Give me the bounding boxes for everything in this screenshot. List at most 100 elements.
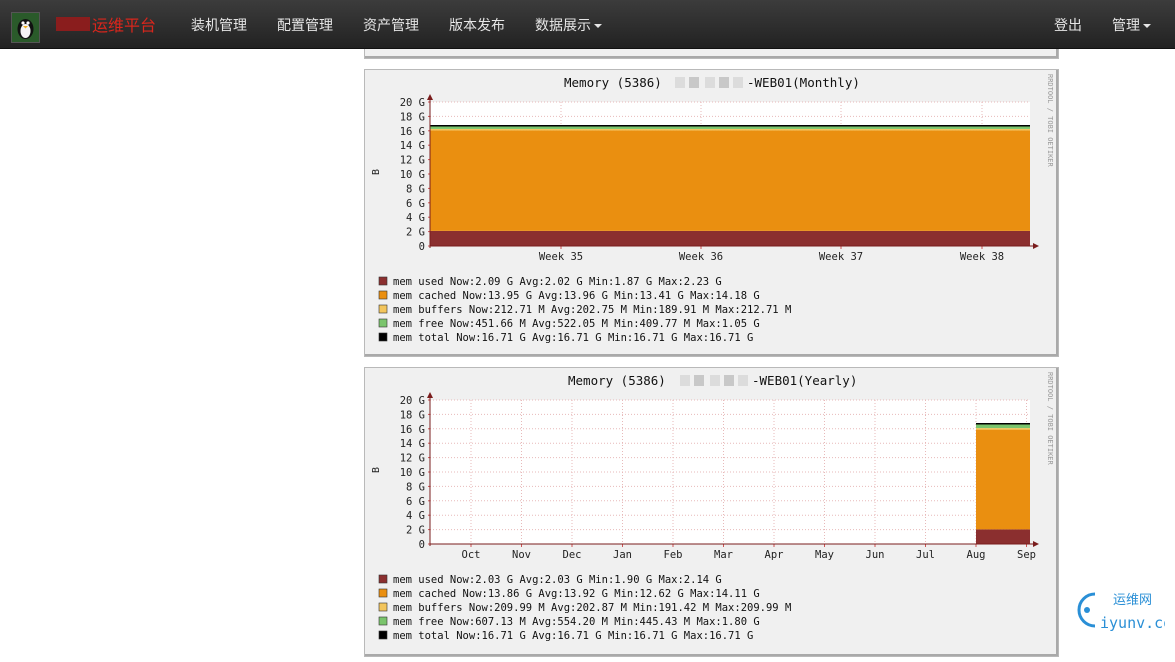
chevron-down-icon	[594, 24, 602, 28]
legend-swatch	[378, 602, 388, 612]
legend-entry: mem free Now:451.66 M Avg:522.05 M Min:4…	[393, 318, 760, 330]
legend-entry: mem cached Now:13.95 G Avg:13.96 G Min:1…	[393, 290, 760, 302]
y-tick-label: 2 G	[406, 227, 425, 239]
legend-name: mem cached	[393, 588, 456, 600]
graph-title-suffix: -WEB01(Yearly)	[752, 373, 857, 388]
x-tick-label: Apr	[765, 549, 784, 561]
y-tick-label: 14 G	[400, 140, 425, 152]
redaction-block	[724, 375, 734, 386]
legend-swatch	[378, 318, 388, 328]
y-tick-label: 0	[419, 241, 425, 253]
graph-title-prefix: Memory (5386)	[564, 75, 662, 90]
x-tick-label: Sep	[1017, 549, 1036, 561]
legend-entry: mem total Now:16.71 G Avg:16.71 G Min:16…	[393, 630, 753, 642]
graph-title-suffix: -WEB01(Monthly)	[747, 75, 860, 90]
y-tick-label: 2 G	[406, 525, 425, 537]
legend-entry: mem free Now:607.13 M Avg:554.20 M Min:4…	[393, 616, 760, 628]
memory-monthly-graph: Memory (5386) -WEB01(Monthly) B RRDTOOL / …	[371, 74, 1054, 344]
memory-yearly-graph: Memory (5386) -WEB01(Yearly) B RRDTOOL / T…	[371, 372, 1054, 642]
legend-stats: Now:13.95 G Avg:13.96 G Min:13.41 G Max:…	[463, 290, 760, 302]
x-tick-label: Week 35	[539, 251, 583, 263]
nav-item-release[interactable]: 版本发布	[449, 15, 505, 35]
x-tick-label: May	[815, 549, 834, 561]
legend-stats: Now:13.86 G Avg:13.92 G Min:12.62 G Max:…	[463, 588, 760, 600]
legend-stats: Now:2.09 G Avg:2.02 G Min:1.87 G Max:2.2…	[450, 276, 722, 288]
y-tick-label: 18 G	[400, 111, 425, 123]
redaction-block	[680, 375, 690, 386]
legend-stats: Now:607.13 M Avg:554.20 M Min:445.43 M M…	[450, 616, 760, 628]
legend-swatch	[378, 630, 388, 640]
y-tick-label: 10 G	[400, 169, 425, 181]
rrdtool-credit: RRDTOOL / TOBI OETIKER	[1046, 74, 1054, 168]
x-tick-label: Week 37	[819, 251, 863, 263]
graph-title: Memory (5386)	[568, 373, 666, 388]
y-tick-label: 8 G	[406, 183, 425, 195]
rrdtool-credit: RRDTOOL / TOBI OETIKER	[1046, 372, 1054, 466]
legend-swatch	[378, 588, 388, 598]
area-mem-buffers	[976, 428, 1030, 430]
brand-logo-redacted	[56, 17, 90, 31]
redaction-block	[705, 77, 715, 88]
legend-swatch	[378, 304, 388, 314]
brand-link[interactable]: 运维平台	[56, 14, 156, 35]
legend-name: mem total	[393, 630, 450, 642]
x-tick-label: Week 38	[960, 251, 1004, 263]
legend-name: mem cached	[393, 290, 456, 302]
area-mem-used	[430, 230, 1030, 246]
nav-item-data-display-label: 数据展示	[535, 18, 591, 34]
legend-entry: mem buffers Now:209.99 M Avg:202.87 M Mi…	[393, 602, 791, 614]
y-axis-arrow-icon	[427, 94, 433, 100]
nav-item-data-display[interactable]: 数据展示	[535, 15, 602, 35]
x-tick-label: Nov	[512, 549, 531, 561]
area-mem-cached	[430, 130, 1030, 231]
legend-entry: mem buffers Now:212.71 M Avg:202.75 M Mi…	[393, 304, 791, 316]
y-tick-label: 18 G	[400, 409, 425, 421]
graph-title: Memory (5386)	[564, 75, 662, 90]
x-tick-label: Week 36	[679, 251, 723, 263]
legend-stats: Now:16.71 G Avg:16.71 G Min:16.71 G Max:…	[456, 630, 753, 642]
x-axis-arrow-icon	[1033, 243, 1039, 249]
legend-swatch	[378, 332, 388, 342]
nav-item-install[interactable]: 装机管理	[191, 15, 247, 35]
graph-panel-yearly: Memory (5386) -WEB01(Yearly) B RRDTOOL / T…	[364, 367, 1059, 657]
y-tick-label: 14 G	[400, 438, 425, 450]
legend-entry: mem total Now:16.71 G Avg:16.71 G Min:16…	[393, 332, 753, 344]
admin-menu[interactable]: 管理	[1112, 15, 1151, 35]
area-mem-used	[976, 529, 1030, 544]
redaction-block	[689, 77, 699, 88]
logout-link[interactable]: 登出	[1054, 15, 1082, 35]
redacted-hostname	[675, 77, 743, 88]
x-tick-label: Mar	[714, 549, 733, 561]
y-tick-label: 6 G	[406, 198, 425, 210]
x-tick-label: Oct	[462, 549, 481, 561]
y-axis-arrow-icon	[427, 392, 433, 398]
legend-swatch	[378, 290, 388, 300]
redaction-block	[733, 77, 743, 88]
legend-stats: Now:16.71 G Avg:16.71 G Min:16.71 G Max:…	[456, 332, 753, 344]
y-axis-label: B	[371, 467, 382, 473]
penguin-avatar-icon[interactable]	[11, 12, 40, 43]
redaction-block	[710, 375, 720, 386]
legend-entry: mem cached Now:13.86 G Avg:13.92 G Min:1…	[393, 588, 760, 600]
x-tick-label: Jan	[613, 549, 632, 561]
legend-name: mem free	[393, 616, 444, 628]
legend-name: mem buffers	[393, 602, 463, 614]
top-navbar: 运维平台 装机管理 配置管理 资产管理 版本发布 数据展示 登出 管理	[0, 0, 1175, 49]
legend-name: mem used	[393, 276, 444, 288]
y-tick-label: 20 G	[400, 97, 425, 109]
legend-stats: Now:451.66 M Avg:522.05 M Min:409.77 M M…	[450, 318, 760, 330]
graph-title-prefix: Memory (5386)	[568, 373, 666, 388]
redaction-block	[675, 77, 685, 88]
redaction-block	[694, 375, 704, 386]
x-tick-label: Dec	[563, 549, 582, 561]
y-tick-label: 16 G	[400, 126, 425, 138]
legend-swatch	[378, 276, 388, 286]
watermark-brand: 运维网	[1113, 593, 1152, 608]
nav-item-assets[interactable]: 资产管理	[363, 15, 419, 35]
redaction-block	[719, 77, 729, 88]
x-axis-arrow-icon	[1033, 541, 1039, 547]
nav-item-config[interactable]: 配置管理	[277, 15, 333, 35]
y-tick-label: 10 G	[400, 467, 425, 479]
y-tick-label: 4 G	[406, 212, 425, 224]
y-tick-label: 12 G	[400, 155, 425, 167]
